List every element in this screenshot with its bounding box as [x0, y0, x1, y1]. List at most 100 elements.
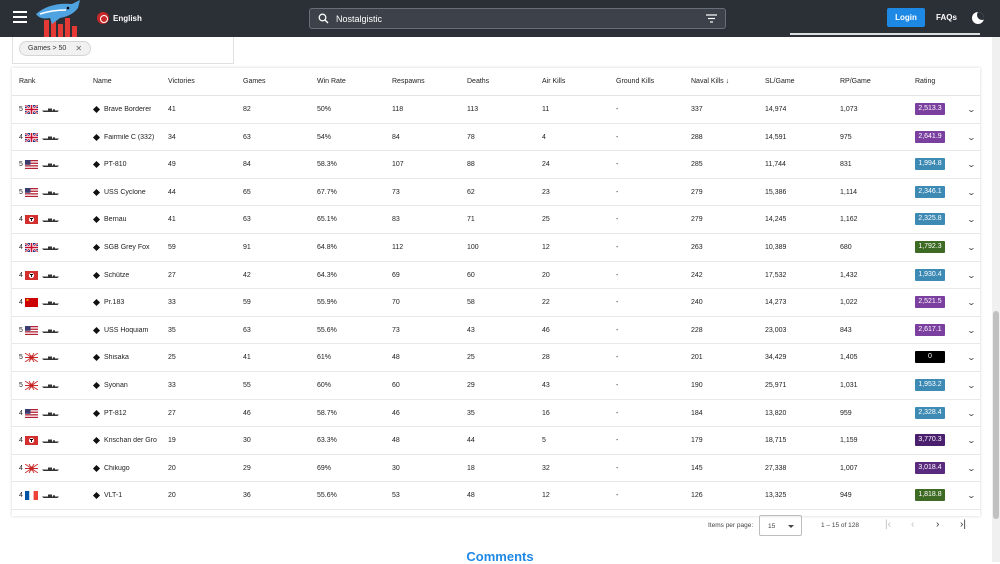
column-header-victories[interactable]: Victories	[168, 78, 195, 85]
cell-rp-game: 1,031	[840, 382, 858, 389]
table-row[interactable]: 4 Pr.183 33 59 55.9% 70 58 22 - 240 14,273 1,022 2,5…	[12, 289, 980, 317]
expand-row-chevron-icon[interactable]: ⌄	[967, 491, 976, 500]
search-bar[interactable]	[309, 8, 726, 29]
cell-name[interactable]: PT-812	[104, 410, 127, 417]
previous-page-icon[interactable]: ‹	[911, 519, 914, 530]
next-page-icon[interactable]: ›	[936, 519, 939, 530]
table-row[interactable]: 5 Syonan 33 55 60% 60 29 43 - 190 25,971 1,031 1,953…	[12, 372, 980, 400]
column-header-rating[interactable]: Rating	[915, 78, 935, 85]
cell-name[interactable]: VLT-1	[104, 492, 122, 499]
expand-row-chevron-icon[interactable]: ⌄	[967, 105, 976, 114]
expand-row-chevron-icon[interactable]: ⌄	[967, 436, 976, 445]
scrollbar-thumb[interactable]	[993, 311, 999, 519]
boat-class-icon	[92, 354, 101, 362]
column-header-ground-kills[interactable]: Ground Kills	[616, 78, 654, 85]
table-row[interactable]: 4 Chikugo 20 29 69% 30 18 32 - 145 27,338 1,007 3,01…	[12, 455, 980, 483]
column-header-sl-game[interactable]: SL/Game	[765, 78, 795, 85]
expand-row-chevron-icon[interactable]: ⌄	[967, 188, 976, 197]
column-header-naval-kills[interactable]: Naval Kills ↓	[691, 78, 729, 85]
expand-row-chevron-icon[interactable]: ⌄	[967, 243, 976, 252]
cell-name[interactable]: USS Cyclone	[104, 189, 146, 196]
expand-row-chevron-icon[interactable]: ⌄	[967, 353, 976, 362]
table-row[interactable]: 4 SGB Grey Fox 59 91 64.8% 112 100 12 - 263 10,389…	[12, 234, 980, 262]
table-row[interactable]: 4 PT-812 27 46 58.7% 46 35 16 - 184 13,820 959 2,328…	[12, 400, 980, 428]
tier-value: 4	[19, 464, 23, 472]
cell-ground-kills: -	[616, 271, 619, 279]
cell-name[interactable]: USS Hoquiam	[104, 327, 148, 334]
dark-mode-icon[interactable]	[972, 12, 984, 24]
cell-rp-game: 831	[840, 161, 852, 169]
last-page-icon[interactable]: ›|	[960, 519, 966, 530]
rating-badge: 1,792.3	[915, 241, 945, 253]
cell-deaths: 48	[467, 492, 475, 500]
site-logo[interactable]	[32, 0, 86, 37]
cell-sl-game: 14,591	[765, 133, 787, 141]
boat-class-icon	[92, 326, 101, 334]
column-header-rank[interactable]: Rank	[19, 78, 35, 85]
expand-row-chevron-icon[interactable]: ⌄	[967, 133, 976, 142]
language-selector[interactable]: English	[97, 12, 142, 24]
cell-name[interactable]: Syonan	[104, 382, 128, 389]
page-scrollbar[interactable]	[992, 37, 1000, 562]
table-row[interactable]: 4 Fairmile C (332) 34 63 54% 84 78 4 - 288 14,591 9…	[12, 124, 980, 152]
cell-name[interactable]: Pr.183	[104, 299, 124, 306]
expand-row-chevron-icon[interactable]: ⌄	[967, 464, 976, 473]
close-icon[interactable]: ✕	[75, 44, 82, 53]
tier-value: 4	[19, 299, 23, 307]
table-row[interactable]: 4 Krischan der Gro 19 30 63.3% 48 44 5 - 179 18,71…	[12, 427, 980, 455]
cell-name[interactable]: SGB Grey Fox	[104, 244, 150, 251]
table-row[interactable]: 5 USS Cyclone 44 65 67.7% 73 62 23 - 279 15,386 1,1…	[12, 179, 980, 207]
table-row[interactable]: 5 PT-810 49 84 58.3% 107 88 24 - 285 11,744 831 1,99…	[12, 151, 980, 179]
cell-name[interactable]: Schütze	[104, 272, 129, 279]
cell-naval-kills: 279	[691, 188, 703, 196]
column-header-name[interactable]: Name	[93, 78, 112, 85]
column-header-respawns[interactable]: Respawns	[392, 78, 425, 85]
filter-icon[interactable]	[706, 14, 717, 23]
expand-row-chevron-icon[interactable]: ⌄	[967, 215, 976, 224]
cell-deaths: 100	[467, 244, 479, 251]
table-row[interactable]: 5 USS Hoquiam 35 63 55.6% 73 43 46 - 228 23,003 843…	[12, 317, 980, 345]
column-header-air-kills[interactable]: Air Kills	[542, 78, 565, 85]
cell-air-kills: 11	[542, 106, 550, 113]
column-header-rp-game[interactable]: RP/Game	[840, 78, 871, 85]
tier-value: 4	[19, 244, 23, 251]
cell-name[interactable]: Krischan der Gro	[104, 437, 157, 444]
expand-row-chevron-icon[interactable]: ⌄	[967, 409, 976, 418]
table-row[interactable]: 4 Schütze 27 42 64.3% 69 60 20 - 242 17,532 1,432 1,…	[12, 262, 980, 290]
first-page-icon[interactable]: |‹	[885, 519, 891, 530]
column-header-win-rate[interactable]: Win Rate	[317, 78, 346, 85]
expand-row-chevron-icon[interactable]: ⌄	[967, 326, 976, 335]
menu-icon[interactable]	[13, 11, 27, 25]
cell-naval-kills: 179	[691, 437, 703, 445]
cell-win-rate: 67.7%	[317, 188, 337, 196]
faqs-link[interactable]: FAQs	[936, 13, 957, 22]
cell-name[interactable]: Fairmile C (332)	[104, 134, 154, 141]
cell-name[interactable]: Chikugo	[104, 465, 130, 472]
expand-row-chevron-icon[interactable]: ⌄	[967, 298, 976, 307]
cell-sl-game: 14,273	[765, 299, 787, 307]
cell-win-rate: 60%	[317, 382, 332, 389]
cell-name[interactable]: Bernau	[104, 216, 127, 223]
cell-naval-kills: 279	[691, 216, 703, 224]
column-header-deaths[interactable]: Deaths	[467, 78, 489, 85]
column-header-games[interactable]: Games	[243, 78, 266, 85]
table-row[interactable]: 4 Bernau 41 63 65.1% 83 71 25 - 279 14,245 1,162 2,3…	[12, 206, 980, 234]
cell-win-rate: 55.6%	[317, 492, 337, 500]
cell-name[interactable]: PT-810	[104, 161, 127, 168]
search-input[interactable]	[336, 11, 696, 26]
items-per-page-select[interactable]: 15	[759, 515, 802, 536]
table-row[interactable]: 5 Brave Borderer 41 82 50% 118 113 11 - 337 14,974…	[12, 96, 980, 124]
tier-value: 5	[19, 326, 23, 334]
table-row[interactable]: 5 Shisaka 25 41 61% 48 25 28 - 201 34,429 1,405 0 ⌄	[12, 344, 980, 372]
cell-name[interactable]: Brave Borderer	[104, 106, 151, 113]
cell-respawns: 118	[392, 106, 404, 113]
cell-name[interactable]: Shisaka	[104, 354, 129, 361]
expand-row-chevron-icon[interactable]: ⌄	[967, 381, 976, 390]
filter-chip[interactable]: Games > 50 ✕	[19, 41, 92, 56]
login-button[interactable]: Login	[887, 8, 925, 27]
expand-row-chevron-icon[interactable]: ⌄	[967, 271, 976, 280]
table-row[interactable]: 4 VLT-1 20 36 55.6% 53 48 12 - 126 13,325 949 1,818.…	[12, 482, 980, 510]
expand-row-chevron-icon[interactable]: ⌄	[967, 160, 976, 169]
tier-value: 5	[19, 161, 23, 169]
cell-air-kills: 12	[542, 244, 550, 251]
